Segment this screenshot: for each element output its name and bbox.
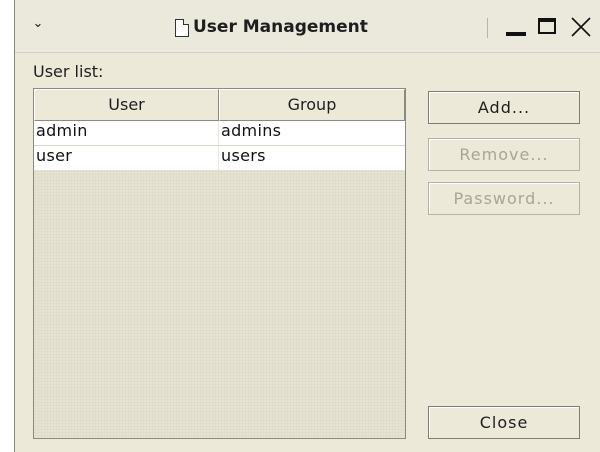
title-separator — [487, 18, 488, 38]
document-icon — [175, 19, 189, 37]
minimize-icon[interactable] — [503, 12, 529, 40]
table-row[interactable]: user users — [34, 145, 405, 170]
window-menu-icon[interactable]: ⌄ — [29, 16, 47, 34]
maximize-icon[interactable] — [535, 12, 561, 40]
cell-group: admins — [221, 121, 282, 140]
user-management-window: ⌄ User Management User list: User Group … — [14, 0, 600, 452]
column-header-group[interactable]: Group — [219, 89, 405, 121]
table-header: User Group — [34, 89, 405, 121]
cell-user: admin — [34, 121, 219, 145]
window-title: User Management — [193, 17, 368, 37]
column-header-user[interactable]: User — [34, 89, 219, 121]
close-button[interactable]: Close — [428, 406, 580, 439]
add-button[interactable]: Add... — [428, 91, 580, 124]
user-table[interactable]: User Group admin admins user users — [33, 88, 406, 439]
table-row[interactable]: admin admins — [34, 121, 405, 145]
cell-group: users — [221, 146, 266, 165]
password-button[interactable]: Password... — [428, 182, 580, 215]
table-body: admin admins user users — [34, 121, 405, 170]
user-list-label: User list: — [33, 62, 104, 81]
title-bar[interactable]: ⌄ User Management — [15, 0, 600, 53]
cell-user: user — [34, 146, 219, 170]
remove-button[interactable]: Remove... — [428, 138, 580, 171]
close-icon[interactable] — [567, 12, 593, 40]
